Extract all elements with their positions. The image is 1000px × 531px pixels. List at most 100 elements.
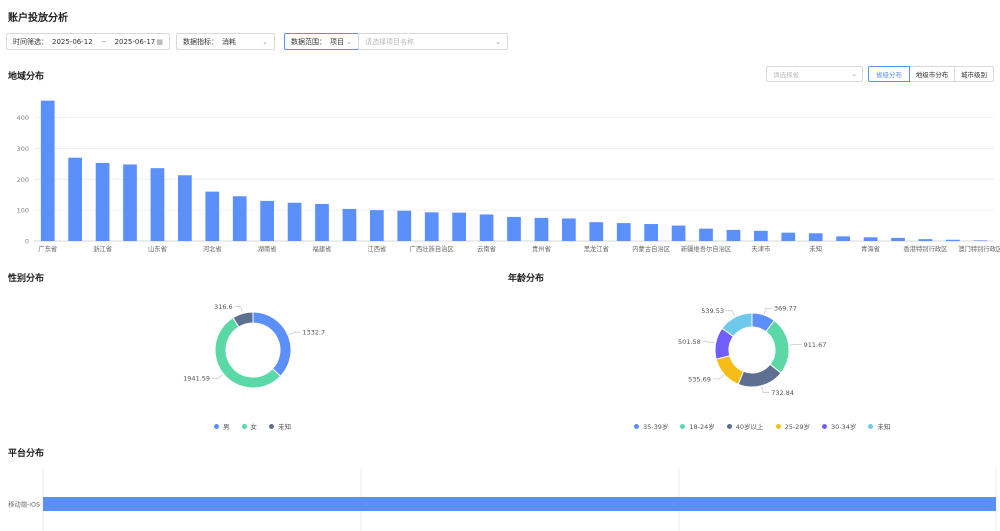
y-tick-label: 400 (17, 114, 29, 122)
chevron-down-icon: ⌄ (346, 37, 352, 46)
legend-item-30-34[interactable]: 30-34岁 (821, 421, 857, 431)
legend-item-40-plus[interactable]: 40岁以上 (726, 421, 764, 431)
bar[interactable] (287, 202, 302, 241)
bar[interactable] (150, 168, 165, 241)
bar[interactable] (891, 237, 905, 241)
legend-label: 25-29岁 (784, 423, 810, 431)
bar[interactable] (863, 237, 878, 241)
chevron-down-icon: ⌄ (262, 37, 268, 46)
bar[interactable] (205, 191, 220, 241)
chevron-down-icon: ⌄ (851, 70, 857, 78)
slice-value-label: 732.84 (771, 389, 794, 397)
bar[interactable] (918, 239, 933, 241)
bar[interactable] (754, 230, 768, 241)
bar[interactable] (178, 175, 192, 241)
x-tick-label: 山东省 (148, 244, 167, 253)
slice-value-label: 535.69 (688, 375, 711, 383)
bar[interactable] (397, 210, 412, 241)
legend-item-unknown[interactable]: 未知 (868, 421, 890, 431)
x-tick-label: 天津市 (751, 244, 770, 253)
province-select[interactable]: 请选择省 ⌄ (766, 66, 863, 82)
age-donut-chart: 369.77 911.67 732.84 535.69 501.58 539.53 (678, 305, 827, 397)
gender-legend: 男 女 未知 (214, 421, 303, 431)
bar[interactable] (123, 164, 137, 241)
bar[interactable] (452, 212, 466, 241)
tab-province[interactable]: 省级分布 (868, 66, 910, 82)
bar[interactable] (507, 216, 521, 241)
province-placeholder: 请选择省 (773, 71, 799, 79)
bar[interactable] (836, 236, 850, 241)
slice-value-label: 1332.7 (302, 329, 325, 337)
legend-item-unknown[interactable]: 未知 (269, 421, 291, 431)
bar[interactable] (973, 240, 988, 241)
legend-label: 未知 (877, 423, 891, 431)
calendar-icon[interactable]: ▦ (156, 38, 163, 46)
gender-donut-chart: 1332.7 1941.59 316.6 (183, 303, 325, 389)
bar[interactable] (43, 497, 996, 511)
bar[interactable] (946, 239, 960, 241)
bar[interactable] (589, 222, 604, 241)
bar[interactable] (68, 157, 82, 241)
bar[interactable] (260, 200, 274, 241)
scope-label: 数据范围： (291, 37, 326, 46)
bar[interactable] (671, 225, 686, 241)
bar[interactable] (808, 233, 823, 241)
bar[interactable] (315, 203, 329, 241)
bar[interactable] (232, 196, 247, 241)
bar[interactable] (562, 218, 576, 241)
bar[interactable] (40, 100, 55, 242)
x-tick-label: 广西壮族自治区 (410, 244, 454, 253)
bar[interactable] (370, 210, 384, 241)
bar[interactable] (726, 229, 741, 241)
x-tick-label: 江西省 (367, 244, 386, 253)
x-tick-label: 内蒙古自治区 (632, 244, 670, 253)
bar[interactable] (534, 217, 549, 241)
date-separator: ~ (100, 37, 107, 46)
legend-item-35-39[interactable]: 35-39岁 (634, 421, 668, 431)
legend-item-female[interactable]: 女 (241, 421, 257, 431)
x-tick-label: 未知 (809, 244, 822, 253)
y-tick-label: 100 (17, 207, 29, 215)
scope-select[interactable]: 数据范围： 项目 ⌄ (284, 33, 359, 50)
slice-value-label: 911.67 (804, 341, 827, 349)
bar[interactable] (342, 208, 357, 241)
end-date[interactable]: 2025-06-17 (115, 38, 156, 46)
label-leader-line (761, 386, 770, 393)
chevron-down-icon: ⌄ (495, 37, 501, 46)
age-title: 年龄分布 (508, 274, 545, 284)
gender-title: 性别分布 (8, 274, 45, 284)
metric-select[interactable]: 数据指标： 消耗 ⌄ (176, 33, 275, 50)
x-tick-label: 广东省 (38, 244, 57, 253)
label-leader-line (234, 306, 243, 313)
legend-label: 35-39岁 (643, 423, 669, 431)
bar[interactable] (616, 223, 631, 241)
label-leader-line (712, 374, 724, 380)
bar[interactable] (644, 224, 658, 241)
legend-item-18-24[interactable]: 18-24岁 (680, 421, 715, 431)
legend-item-25-29[interactable]: 25-29岁 (775, 421, 810, 431)
slice-value-label: 316.6 (214, 303, 233, 311)
scope-value: 项目 (330, 37, 344, 46)
donut-slice[interactable] (252, 311, 292, 377)
x-tick-label: 黑龙江省 (584, 244, 609, 253)
donut-slice[interactable] (715, 355, 745, 385)
legend-label: 30-34岁 (830, 423, 857, 431)
tab-city-level[interactable]: 城市级别 (954, 66, 994, 82)
legend-label: 40岁以上 (735, 423, 764, 431)
start-date[interactable]: 2025-06-12 (52, 38, 93, 46)
bar[interactable] (95, 162, 110, 241)
project-select[interactable]: 请选择项目名称 ⌄ (358, 33, 508, 50)
bar[interactable] (781, 232, 796, 241)
bar[interactable] (699, 228, 713, 241)
age-legend: 35-39岁 18-24岁 40岁以上 25-29岁 30-34岁 未知 (634, 421, 902, 431)
bar[interactable] (479, 214, 494, 241)
tab-prefecture-city[interactable]: 地级市分布 (909, 66, 955, 82)
donut-slice[interactable] (737, 363, 782, 388)
bar[interactable] (424, 212, 439, 241)
x-tick-label: 河北省 (203, 244, 222, 253)
label-leader-line (288, 331, 301, 335)
legend-label: 未知 (278, 423, 291, 431)
date-range-filter[interactable]: 时间筛选： 2025-06-12 ~ 2025-06-17 ▦ (6, 33, 170, 50)
platform-title: 平台分布 (8, 449, 45, 459)
legend-item-male[interactable]: 男 (214, 421, 230, 431)
